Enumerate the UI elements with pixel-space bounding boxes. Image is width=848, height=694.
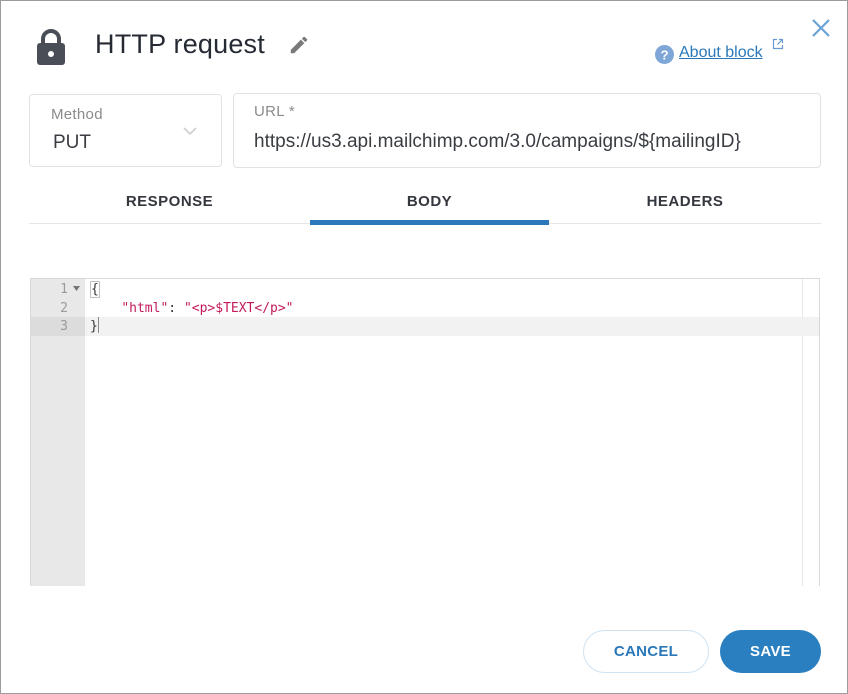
json-separator: :: [168, 301, 184, 316]
tab-response[interactable]: RESPONSE: [29, 181, 310, 224]
about-block-link[interactable]: About block: [679, 43, 763, 63]
tab-headers[interactable]: HEADERS: [549, 181, 821, 224]
line-number: 2: [60, 301, 68, 316]
lock-icon: [37, 29, 65, 65]
close-icon[interactable]: [810, 17, 832, 39]
url-value[interactable]: https://us3.api.mailchimp.com/3.0/campai…: [254, 131, 800, 153]
body-code-editor[interactable]: 1 { 2 "html": "<p>$TEXT</p>" 3 }: [30, 278, 820, 586]
chevron-down-icon: [183, 127, 197, 136]
dialog-title: HTTP request: [95, 29, 265, 59]
code-text: "html": "<p>$TEXT</p>": [90, 299, 294, 318]
http-request-dialog: HTTP request ? About block Method PUT UR…: [0, 0, 848, 694]
url-label: URL *: [254, 103, 295, 120]
tab-bar: RESPONSE BODY HEADERS: [29, 181, 821, 225]
code-line-active: 3 }: [31, 317, 819, 336]
cancel-button[interactable]: CANCEL: [583, 630, 709, 673]
pencil-icon[interactable]: [288, 34, 310, 56]
save-button[interactable]: SAVE: [720, 630, 821, 673]
code-text: }: [90, 317, 99, 336]
url-input[interactable]: URL * https://us3.api.mailchimp.com/3.0/…: [233, 93, 821, 168]
json-value: "<p>$TEXT</p>": [183, 301, 294, 316]
code-text: {: [90, 280, 100, 299]
method-label: Method: [51, 106, 103, 123]
code-line: 1 {: [31, 280, 819, 299]
method-select[interactable]: Method PUT: [29, 94, 222, 167]
external-link-icon[interactable]: [772, 38, 784, 50]
line-number: 3: [31, 317, 85, 336]
question-circle-icon: ?: [655, 45, 674, 64]
code-line: 2 "html": "<p>$TEXT</p>": [31, 299, 819, 318]
open-brace: {: [90, 281, 100, 298]
tab-body[interactable]: BODY: [310, 181, 549, 225]
text-cursor: [97, 317, 99, 333]
json-key: "html": [121, 301, 169, 316]
method-value: PUT: [53, 132, 91, 153]
svg-text:?: ?: [660, 47, 668, 62]
close-brace: }: [90, 319, 98, 334]
fold-arrow-icon[interactable]: [73, 286, 80, 291]
